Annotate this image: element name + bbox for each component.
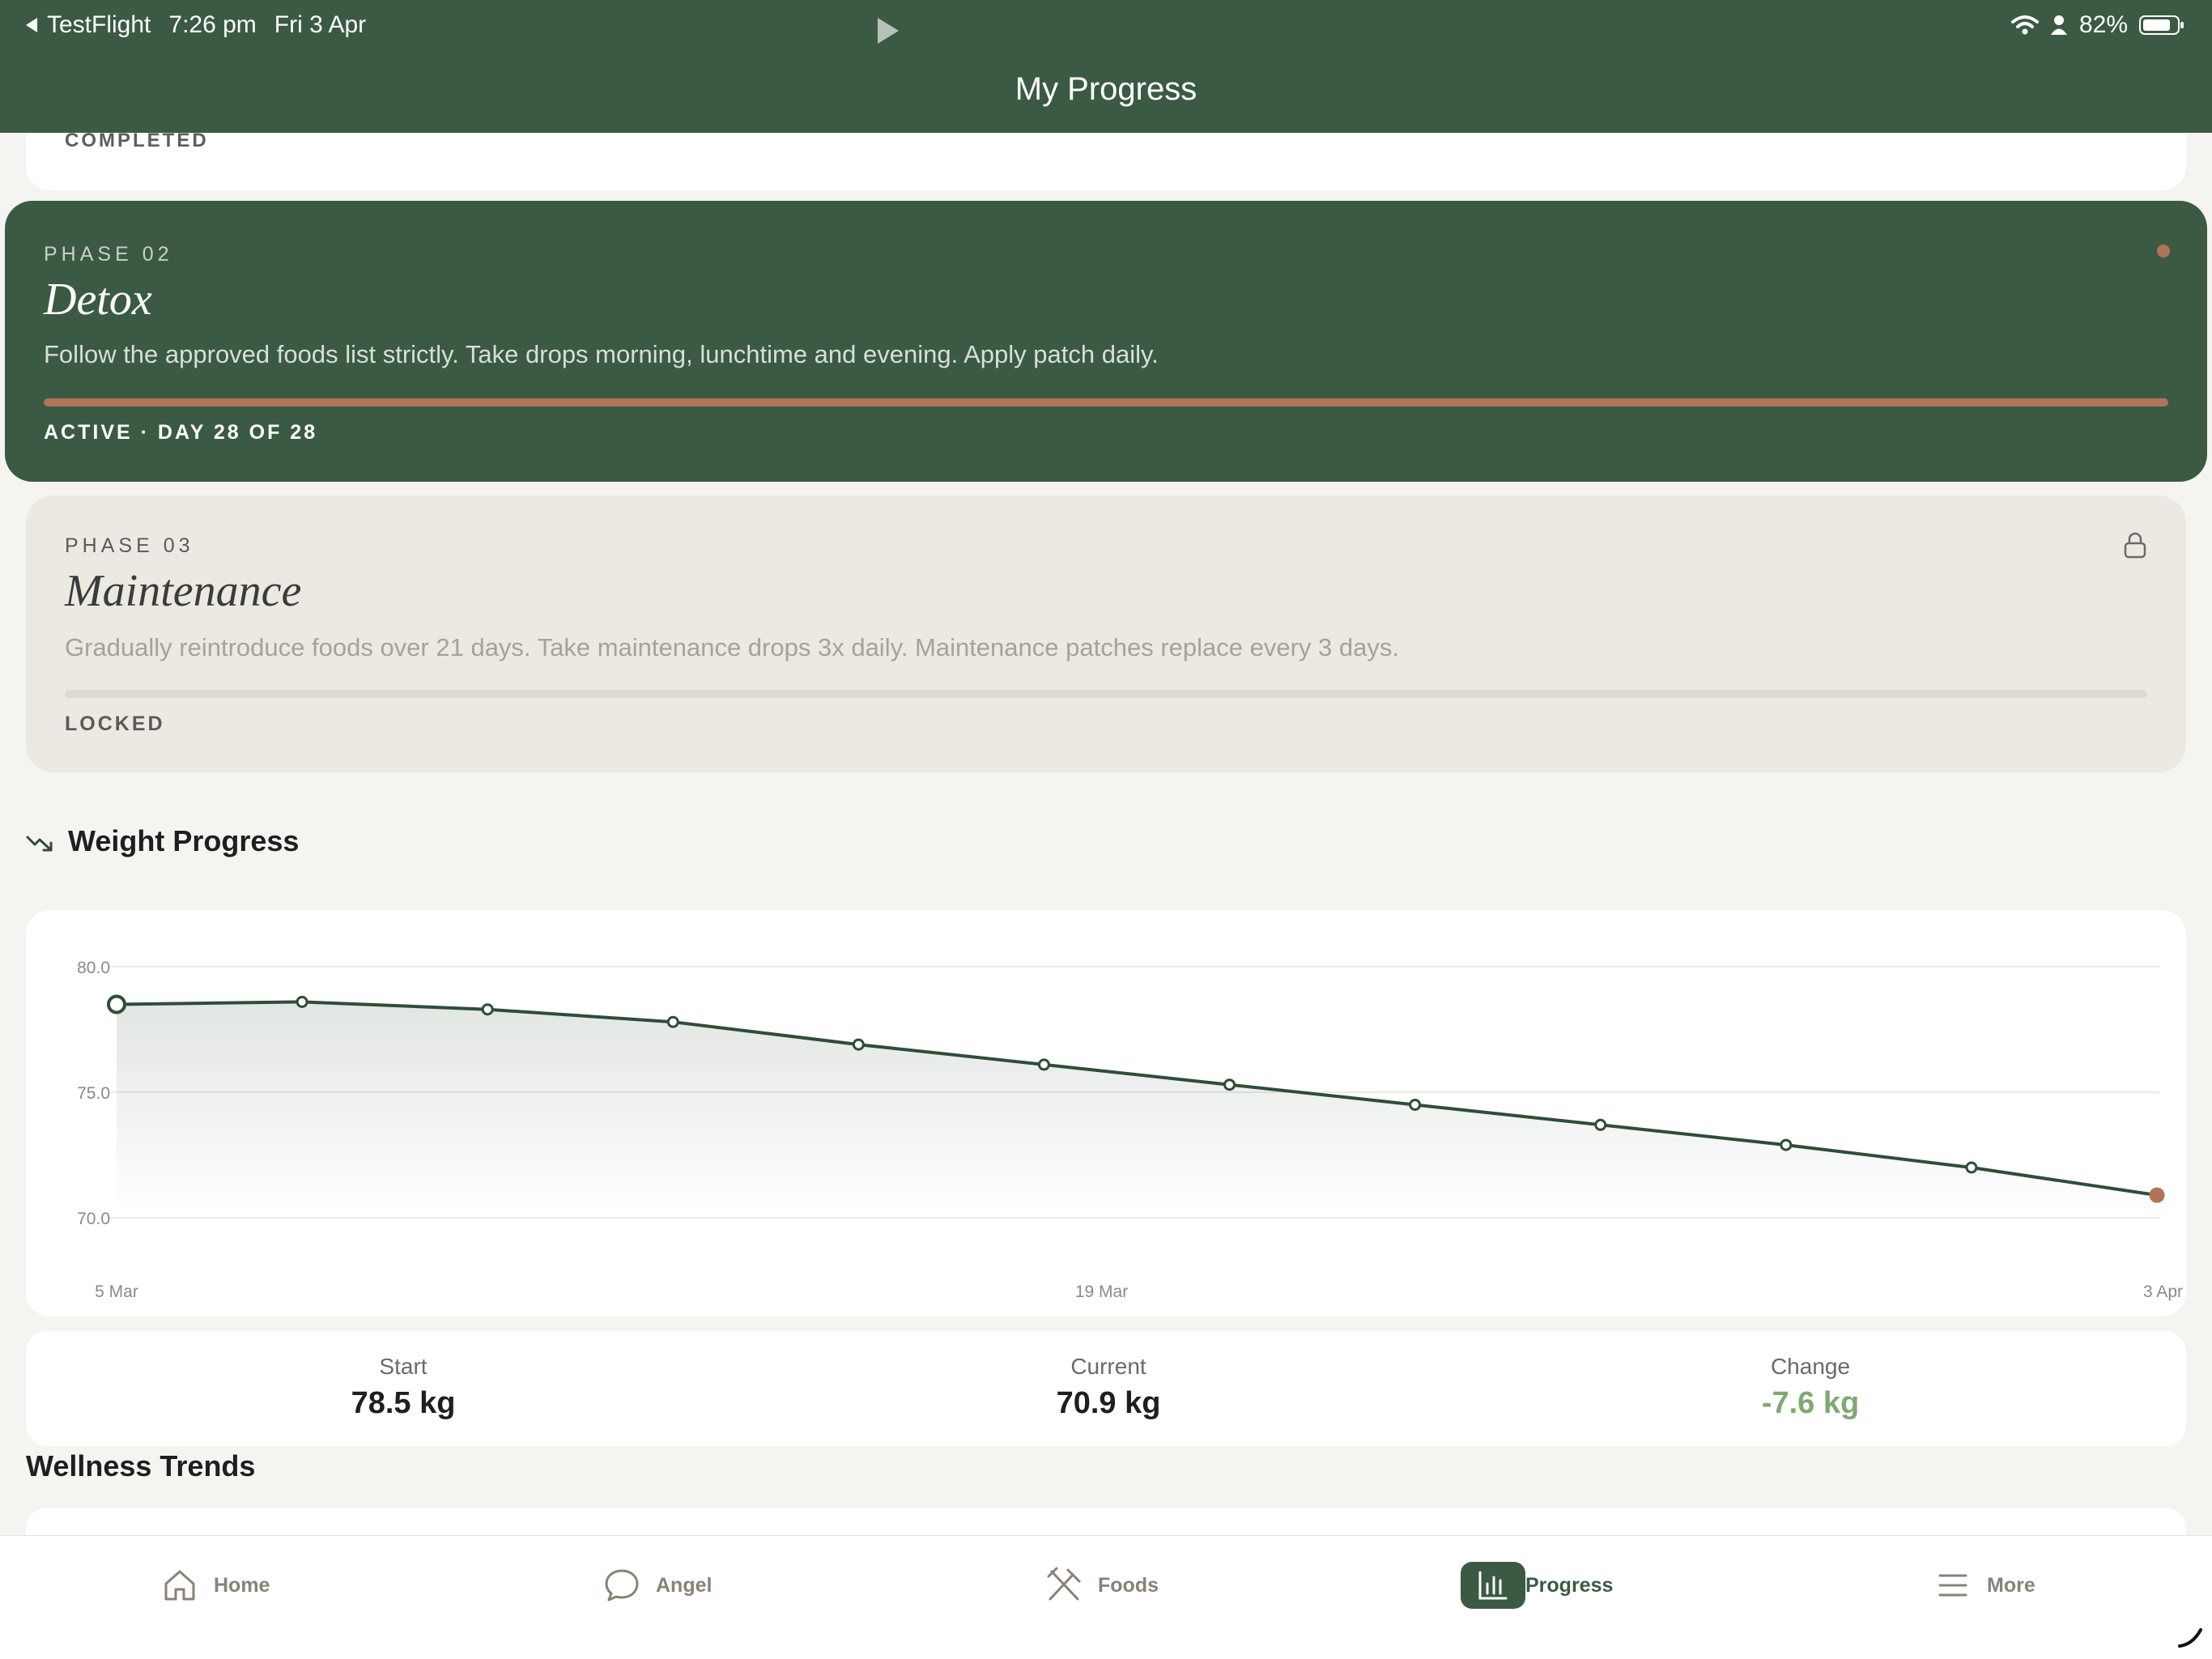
stat-change: Change -7.6 kg: [1648, 1354, 1972, 1421]
status-bar-right: 82%: [2010, 11, 2184, 39]
data-point: [1223, 1078, 1236, 1091]
tab-more[interactable]: More: [1933, 1562, 2035, 1609]
y-tick-label: 75.0: [77, 1084, 110, 1103]
phase-status: LOCKED: [65, 713, 165, 735]
x-tick-label: 5 Mar: [95, 1283, 138, 1301]
data-point: [2149, 1187, 2165, 1203]
stat-start: Start 78.5 kg: [241, 1354, 565, 1421]
phase-label: PHASE 02: [44, 243, 173, 266]
stat-value: -7.6 kg: [1761, 1386, 1860, 1420]
data-point: [852, 1038, 865, 1051]
data-point: [1965, 1161, 1978, 1174]
y-tick-label: 80.0: [77, 959, 110, 977]
scroll-indicator-icon: [2178, 1628, 2202, 1648]
menu-icon: [1938, 1574, 1967, 1597]
bar-chart-icon-wrap: [1461, 1562, 1525, 1609]
bar-chart-icon: [1478, 1571, 1508, 1600]
data-point: [1594, 1118, 1607, 1131]
back-to-app-link[interactable]: TestFlight: [24, 11, 151, 39]
utensils-icon-wrap: [1044, 1566, 1083, 1605]
phase-status: COMPLETED: [65, 130, 209, 151]
home-icon: [164, 1570, 195, 1601]
page-title: My Progress: [1015, 71, 1197, 107]
weight-progress-header: Weight Progress: [26, 824, 299, 858]
phase-name: Detox: [44, 274, 152, 325]
stat-label: Start: [379, 1354, 428, 1379]
wellness-trends-title: Wellness Trends: [26, 1449, 256, 1482]
data-point: [666, 1015, 679, 1028]
tab-label: Progress: [1525, 1573, 1614, 1597]
tab-label: Home: [214, 1573, 270, 1597]
top-bar: TestFlight 7:26 pm Fri 3 Apr 82% My Prog…: [0, 0, 2212, 133]
x-tick-label: 19 Mar: [1075, 1283, 1128, 1301]
status-date: Fri 3 Apr: [274, 11, 367, 38]
status-time: 7:26 pm: [168, 11, 257, 38]
phase-card-locked: PHASE 03 Maintenance Gradually reintrodu…: [26, 496, 2186, 772]
bottom-tab-bar: Home Angel Foods Progress More: [0, 1535, 2212, 1659]
tab-label: Foods: [1098, 1573, 1159, 1597]
data-point: [1409, 1099, 1422, 1111]
active-indicator-dot: [2157, 245, 2170, 257]
stat-label: Change: [1770, 1354, 1851, 1379]
tab-home[interactable]: Home: [160, 1562, 270, 1609]
phase-description: Gradually reintroduce foods over 21 days…: [65, 633, 1399, 661]
phase-label: PHASE 03: [65, 534, 194, 557]
chat-icon-wrap: [602, 1566, 641, 1605]
back-triangle-icon: [26, 18, 37, 32]
lock-icon: [2124, 532, 2146, 559]
tab-progress[interactable]: Progress: [1461, 1562, 1613, 1609]
stat-value: 78.5 kg: [351, 1386, 456, 1420]
chat-bubble-icon: [605, 1569, 639, 1602]
weight-line-chart: 80.0 75.0 70.0 5 Mar 19 Mar 3 Apr: [77, 959, 2183, 1301]
back-app-label: TestFlight: [47, 11, 151, 38]
stat-label: Current: [1070, 1354, 1146, 1379]
pointer-cursor-icon: [878, 18, 899, 44]
tab-angel[interactable]: Angel: [602, 1562, 712, 1609]
data-point: [481, 1003, 494, 1016]
phase-card-active[interactable]: PHASE 02 Detox Follow the approved foods…: [5, 201, 2207, 482]
weight-chart-card: 80.0 75.0 70.0 5 Mar 19 Mar 3 Apr: [26, 910, 2186, 1317]
stat-current: Current 70.9 kg: [946, 1354, 1270, 1421]
tab-label: Angel: [656, 1573, 713, 1597]
wifi-icon: [2010, 15, 2039, 35]
phase-progress-bar: [44, 398, 2168, 406]
menu-icon-wrap: [1933, 1566, 1972, 1605]
weight-stats-card: Start 78.5 kg Current 70.9 kg Change -7.…: [26, 1331, 2186, 1446]
phase-description: Follow the approved foods list strictly.…: [44, 340, 1159, 368]
x-tick-label: 3 Apr: [2143, 1283, 2183, 1301]
phase-status: ACTIVE · DAY 28 OF 28: [44, 421, 318, 444]
trending-down-icon: [26, 836, 53, 852]
tab-label: More: [1987, 1573, 2035, 1597]
data-point: [107, 994, 126, 1015]
tab-foods[interactable]: Foods: [1044, 1562, 1159, 1609]
battery-icon: [2139, 15, 2184, 35]
area-fill: [117, 1002, 2157, 1218]
data-point: [1037, 1058, 1050, 1071]
status-bar-left: TestFlight 7:26 pm Fri 3 Apr: [24, 11, 366, 39]
section-title: Weight Progress: [68, 824, 300, 857]
phase-progress-bar: [65, 690, 2147, 698]
phase-name: Maintenance: [65, 566, 302, 616]
home-icon-wrap: [160, 1566, 199, 1605]
data-point: [1780, 1138, 1793, 1151]
y-tick-label: 70.0: [77, 1210, 110, 1228]
utensils-icon: [1047, 1567, 1081, 1601]
stat-value: 70.9 kg: [1056, 1386, 1161, 1420]
battery-percent: 82%: [2078, 11, 2128, 38]
data-point: [296, 995, 308, 1008]
person-icon: [2050, 15, 2067, 35]
